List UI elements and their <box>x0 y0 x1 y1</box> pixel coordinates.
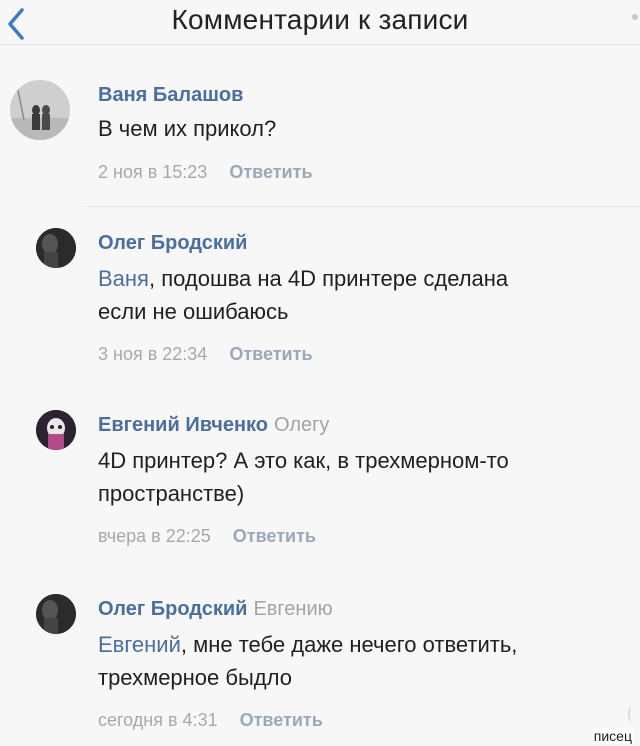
reply-button[interactable]: Ответить <box>229 344 312 364</box>
comment-time: 3 ноя в 22:34 <box>98 344 208 364</box>
watermark: писец <box>591 728 634 744</box>
author-name[interactable]: Евгений Ивченко <box>98 414 268 436</box>
comment-author[interactable]: Евгений Ивченко Олегу <box>98 414 329 437</box>
reply-to-link[interactable]: Олегу <box>274 414 329 436</box>
comment-line-1: Евгений, мне тебе даже нечего ответить, <box>98 628 630 661</box>
avatar-photo-icon <box>36 594 76 634</box>
comment-author[interactable]: Олег Бродский <box>98 232 247 255</box>
comment-text: 4D принтер? А это как, в трехмерном-то п… <box>98 444 630 510</box>
comment-meta: 3 ноя в 22:34 Ответить <box>98 344 313 365</box>
comment-text: Евгений, мне тебе даже нечего ответить, … <box>98 628 630 694</box>
comment-time: 2 ноя в 15:23 <box>98 162 208 182</box>
comment-meta: вчера в 22:25 Ответить <box>98 526 316 547</box>
avatar[interactable] <box>36 410 76 450</box>
author-name[interactable]: Ваня Балашов <box>98 84 243 106</box>
comment-text: В чем их прикол? <box>98 112 630 145</box>
comment-line-1: 4D принтер? А это как, в трехмерном-то <box>98 448 509 473</box>
comment-text: Ваня, подошва на 4D принтере сделана есл… <box>98 262 630 328</box>
comment-author[interactable]: Ваня Балашов <box>98 84 243 107</box>
comment-meta: сегодня в 4:31 Ответить <box>98 710 323 731</box>
comment-item: Олег Бродский Ваня, подошва на 4D принте… <box>0 208 640 388</box>
edge-decoration <box>628 706 636 722</box>
comment-line-1: Ваня, подошва на 4D принтере сделана <box>98 262 630 295</box>
comment-time: сегодня в 4:31 <box>98 710 218 730</box>
avatar-photo-icon <box>36 410 76 450</box>
header-dot-icon <box>632 14 638 20</box>
author-name[interactable]: Олег Бродский <box>98 232 247 254</box>
avatar-photo-icon <box>36 228 76 268</box>
reply-button[interactable]: Ответить <box>233 526 316 546</box>
avatar-photo-icon <box>10 80 70 140</box>
author-name[interactable]: Олег Бродский <box>98 598 247 620</box>
comment-line-2: трехмерное быдло <box>98 665 292 690</box>
reply-button[interactable]: Ответить <box>229 162 312 182</box>
avatar[interactable] <box>36 228 76 268</box>
comment-line: , подошва на 4D принтере сделана <box>148 266 509 291</box>
header-bar: Комментарии к записи <box>0 0 640 45</box>
comment-meta: 2 ноя в 15:23 Ответить <box>98 162 313 183</box>
comment-author[interactable]: Олег Бродский Евгению <box>98 598 333 621</box>
reply-button[interactable]: Ответить <box>240 710 323 730</box>
comment-item: Евгений Ивченко Олегу 4D принтер? А это к… <box>0 392 640 572</box>
reply-to-link[interactable]: Евгению <box>253 598 332 620</box>
comment-item: Ваня Балашов В чем их прикол? 2 ноя в 15… <box>0 64 640 207</box>
comment-line: , мне тебе даже нечего ответить, <box>180 632 518 657</box>
comment-line: В чем их прикол? <box>98 116 277 141</box>
divider <box>86 206 640 207</box>
mention-link[interactable]: Евгений <box>98 632 181 657</box>
page-title: Комментарии к записи <box>171 4 469 35</box>
avatar[interactable] <box>10 80 70 140</box>
comment-line-2: пространстве) <box>98 481 245 506</box>
avatar[interactable] <box>36 594 76 634</box>
comment-item: Олег Бродский Евгению Евгений, мне тебе д… <box>0 576 640 746</box>
comment-time: вчера в 22:25 <box>98 526 211 546</box>
mention-link[interactable]: Ваня <box>98 266 149 291</box>
comment-line-2: если не ошибаюсь <box>98 299 289 324</box>
